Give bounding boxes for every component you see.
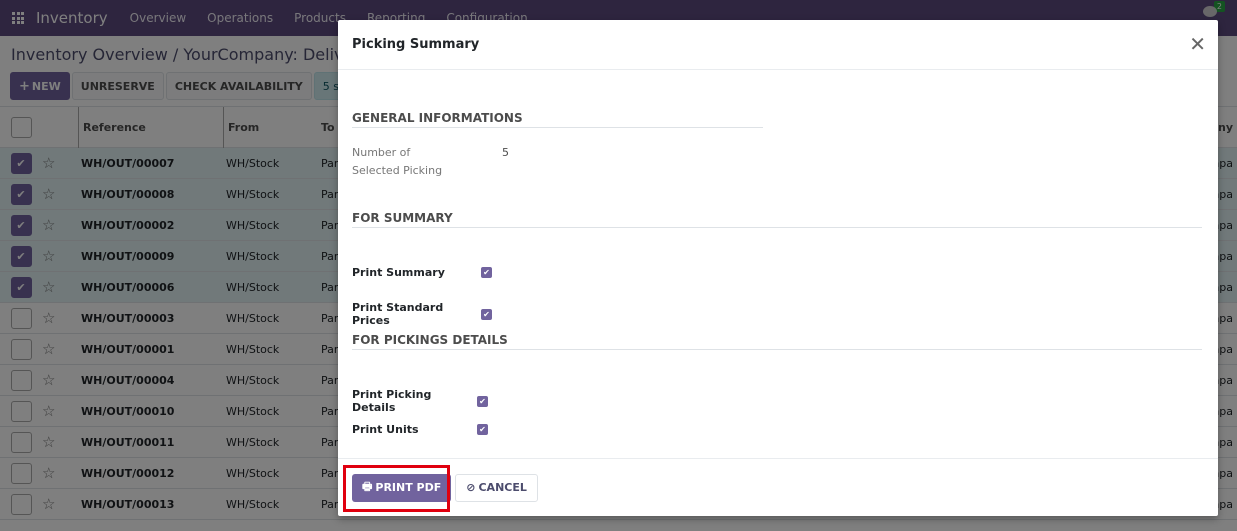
print-summary-checkbox[interactable]: ✔ [481, 267, 492, 278]
print-standard-prices-field: Print Standard Prices ✔ [352, 301, 492, 327]
selected-picking-field: Number of Selected Picking 5 [352, 144, 509, 180]
general-informations-title: GENERAL INFORMATIONS [352, 111, 763, 128]
print-standard-prices-label: Print Standard Prices [352, 301, 444, 327]
print-picking-details-checkbox[interactable]: ✔ [477, 395, 488, 407]
selected-picking-value: 5 [502, 146, 509, 159]
modal-title: Picking Summary [352, 37, 480, 52]
print-units-checkbox[interactable]: ✔ [477, 424, 488, 435]
print-picking-details-field: Print Picking Details ✔ [352, 388, 488, 414]
check-icon: ✔ [483, 268, 490, 277]
print-summary-field: Print Summary ✔ [352, 266, 492, 279]
print-summary-label: Print Summary [352, 266, 445, 279]
cancel-icon: ⊘ [466, 481, 476, 494]
print-pdf-highlight [343, 465, 450, 512]
modal-footer: 🖶 PRINT PDF ⊘ CANCEL [338, 458, 1218, 516]
cancel-button[interactable]: ⊘ CANCEL [455, 473, 538, 502]
close-icon[interactable]: ✕ [1189, 34, 1206, 54]
selected-picking-label: Number of Selected Picking [352, 146, 443, 177]
cancel-label: CANCEL [478, 481, 527, 494]
print-units-label: Print Units [352, 423, 419, 436]
for-pickings-details-title: FOR PICKINGS DETAILS [352, 333, 1202, 350]
print-units-field: Print Units ✔ [352, 423, 488, 436]
check-icon: ✔ [479, 396, 486, 406]
modal-header: Picking Summary ✕ [338, 20, 1218, 70]
check-icon: ✔ [479, 425, 486, 434]
print-picking-details-label: Print Picking Details [352, 388, 432, 414]
print-standard-prices-checkbox[interactable]: ✔ [481, 308, 492, 320]
picking-summary-dialog: Picking Summary ✕ GENERAL INFORMATIONS N… [338, 20, 1218, 516]
for-summary-title: FOR SUMMARY [352, 211, 1202, 228]
check-icon: ✔ [483, 309, 490, 319]
